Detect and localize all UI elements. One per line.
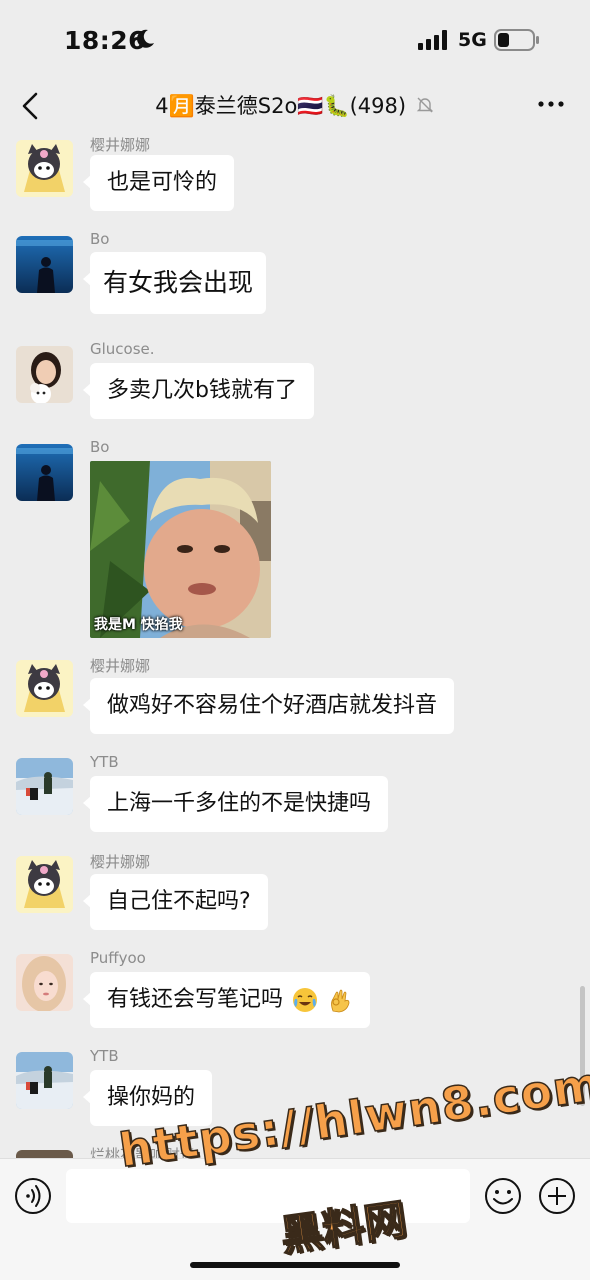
scrollbar-thumb[interactable] (580, 986, 585, 1106)
image-message[interactable]: 我是M 快掐我 (90, 461, 271, 638)
avatar[interactable] (16, 1150, 73, 1158)
message-item: 也是可怜的 樱井娜娜 (0, 134, 590, 224)
crying-laughing-emoji-icon (293, 988, 318, 1012)
avatar[interactable] (16, 444, 73, 501)
message-bubble[interactable]: 多卖几次b钱就有了 (83, 363, 314, 419)
message-item: 樱井娜娜 自己住不起吗? (0, 850, 590, 942)
avatar[interactable] (16, 660, 73, 717)
sender-name: 樱井娜娜 (90, 136, 151, 154)
more-functions-plus-icon[interactable] (538, 1177, 576, 1215)
message-item: Puffyoo 有钱还会写笔记吗 (0, 948, 590, 1040)
message-bubble[interactable]: 也是可怜的 (82, 155, 235, 211)
sender-name: Glucose. (90, 340, 155, 358)
sender-name: YTB (90, 753, 119, 771)
avatar[interactable] (16, 236, 73, 293)
avatar[interactable] (16, 346, 73, 403)
message-text: 做鸡好不容易住个好酒店就发抖音 (107, 693, 438, 718)
message-text: 也是可怜的 (107, 170, 218, 195)
mute-bell-icon (416, 97, 433, 113)
avatar[interactable] (16, 954, 73, 1011)
status-bar: 18:26 5G (0, 0, 590, 78)
message-text: 上海一千多住的不是快捷吗 (107, 791, 372, 816)
message-text: 有钱还会写笔记吗 (107, 987, 284, 1012)
message-text: 有女我会出现 (103, 268, 254, 297)
message-bubble[interactable]: 上海一千多住的不是快捷吗 (82, 776, 389, 832)
ok-hand-emoji-icon (331, 989, 350, 1013)
message-item: Glucose. 多卖几次b钱就有了 (0, 340, 590, 430)
voice-input-icon[interactable] (14, 1177, 52, 1215)
sender-name: 樱井娜娜 (90, 657, 151, 675)
avatar[interactable] (16, 856, 73, 913)
home-indicator (190, 1262, 400, 1268)
message-bubble[interactable]: 有女我会出现 (82, 252, 267, 314)
avatar[interactable] (16, 758, 73, 815)
message-item: 烂桃花影响财运 (0, 1144, 590, 1158)
group-name: 4🈷️泰兰德S2o🇹🇭🐛(498) (155, 94, 407, 118)
moon-icon (137, 29, 154, 48)
message-item: Bo 我是M 快掐我 (0, 438, 590, 648)
emoji-button-icon[interactable] (484, 1177, 522, 1215)
chat-message-list[interactable]: 也是可怜的 樱井娜娜 Bo 有女我会出现 Glucose. 多卖几次b钱就有了 … (0, 134, 590, 1158)
battery-icon (494, 29, 539, 51)
more-options-icon[interactable] (536, 92, 566, 116)
message-item: YTB 操你妈的 (0, 1046, 590, 1138)
message-bubble[interactable]: 操你妈的 (82, 1070, 213, 1126)
message-bubble[interactable]: 自己住不起吗? (83, 874, 268, 930)
message-bubble[interactable]: 做鸡好不容易住个好酒店就发抖音 (82, 678, 455, 734)
signal-icon (418, 30, 447, 50)
network-type: 5G (458, 29, 487, 51)
sender-name: Puffyoo (90, 949, 146, 967)
sender-name: Bo (90, 230, 110, 248)
message-item: YTB 上海一千多住的不是快捷吗 (0, 752, 590, 844)
sender-name: 烂桃花影响财运 (90, 1146, 196, 1158)
message-text: 操你妈的 (107, 1085, 196, 1110)
chat-title: 4🈷️泰兰德S2o🇹🇭🐛(498) (0, 90, 590, 120)
message-item: Bo 有女我会出现 (0, 230, 590, 328)
message-bubble[interactable]: 有钱还会写笔记吗 (82, 972, 371, 1028)
message-text-field[interactable] (66, 1169, 470, 1223)
image-caption: 我是M 快掐我 (94, 617, 183, 633)
message-item: 樱井娜娜 做鸡好不容易住个好酒店就发抖音 (0, 654, 590, 746)
sender-name: 樱井娜娜 (90, 853, 151, 871)
message-text: 自己住不起吗? (107, 889, 251, 914)
chat-header: 4🈷️泰兰德S2o🇹🇭🐛(498) (0, 78, 590, 134)
sender-name: Bo (90, 438, 110, 456)
avatar[interactable] (16, 1052, 73, 1109)
avatar[interactable] (16, 140, 73, 197)
message-text: 多卖几次b钱就有了 (107, 378, 297, 403)
sender-name: YTB (90, 1047, 119, 1065)
